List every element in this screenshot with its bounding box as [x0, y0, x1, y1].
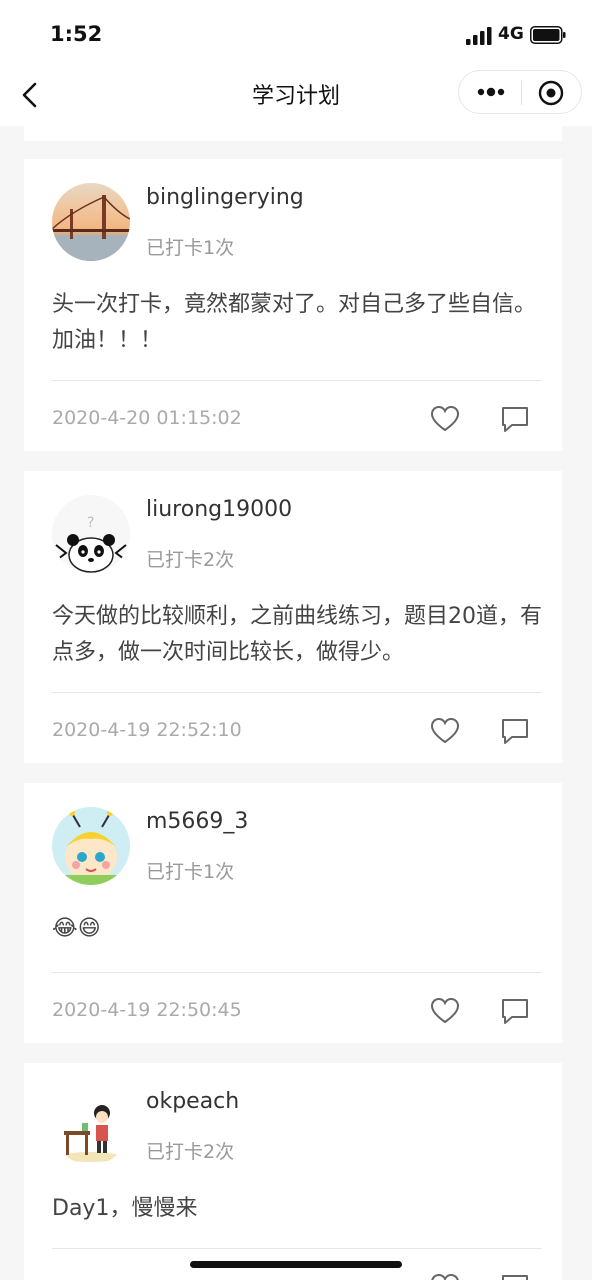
avatar[interactable]: [52, 183, 130, 261]
divider: [52, 380, 542, 381]
comment-icon[interactable]: [500, 1273, 530, 1280]
comment-icon[interactable]: [500, 997, 530, 1025]
svg-text:?: ?: [87, 515, 94, 531]
avatar[interactable]: ?: [52, 495, 130, 573]
status-bar: 1:52 4G: [0, 0, 592, 64]
nav-bar: 学习计划: [0, 64, 592, 126]
post-date: 2020-4-20 01:15:02: [52, 407, 242, 429]
battery-icon: [530, 26, 566, 44]
username[interactable]: m5669_3: [146, 809, 248, 834]
post-date: 2020-4-19 22:52:10: [52, 719, 242, 741]
comment-icon[interactable]: [500, 405, 530, 433]
previous-card-edge: [24, 126, 562, 141]
divider: [52, 1248, 542, 1249]
post-content: 😂😄: [52, 916, 101, 941]
username[interactable]: liurong19000: [146, 497, 292, 522]
post-card: binglingerying 已打卡1次 头一次打卡，竟然都蒙对了。对自己多了些…: [24, 159, 562, 451]
signal-icon: [466, 27, 492, 45]
username[interactable]: okpeach: [146, 1089, 239, 1114]
post-content: 今天做的比较顺利，之前曲线练习，题目20道，有点多，做一次时间比较长，做得少。: [52, 604, 542, 665]
divider: [52, 692, 542, 693]
post-card: ? liurong19000 已打卡2次 今天做的比较顺利，之前曲线练习，题目2…: [24, 471, 562, 763]
network-type: 4G: [498, 24, 524, 44]
status-time: 1:52: [50, 22, 103, 46]
heart-icon[interactable]: [430, 1273, 460, 1280]
post-content: 头一次打卡，竟然都蒙对了。对自己多了些自信。加油！！！: [52, 292, 537, 353]
capsule-divider: [521, 81, 522, 105]
avatar[interactable]: [52, 1087, 130, 1165]
checkin-count: 已打卡2次: [146, 1141, 235, 1163]
divider: [52, 972, 542, 973]
checkin-count: 已打卡1次: [146, 861, 235, 883]
more-dots-icon[interactable]: [476, 84, 506, 100]
post-content: Day1，慢慢来: [52, 1196, 198, 1221]
comment-icon[interactable]: [500, 717, 530, 745]
post-date: 2020-4-19 22:50:45: [52, 999, 242, 1021]
heart-icon[interactable]: [430, 717, 460, 745]
heart-icon[interactable]: [430, 405, 460, 433]
mini-program-capsule: [458, 70, 582, 114]
checkin-count: 已打卡1次: [146, 237, 235, 259]
username[interactable]: binglingerying: [146, 185, 304, 210]
checkin-count: 已打卡2次: [146, 549, 235, 571]
post-card: m5669_3 已打卡1次 😂😄 2020-4-19 22:50:45: [24, 783, 562, 1043]
home-indicator[interactable]: [190, 1261, 402, 1268]
post-card: okpeach 已打卡2次 Day1，慢慢来: [24, 1063, 562, 1280]
target-circle-icon[interactable]: [538, 80, 564, 106]
avatar[interactable]: [52, 807, 130, 885]
heart-icon[interactable]: [430, 997, 460, 1025]
